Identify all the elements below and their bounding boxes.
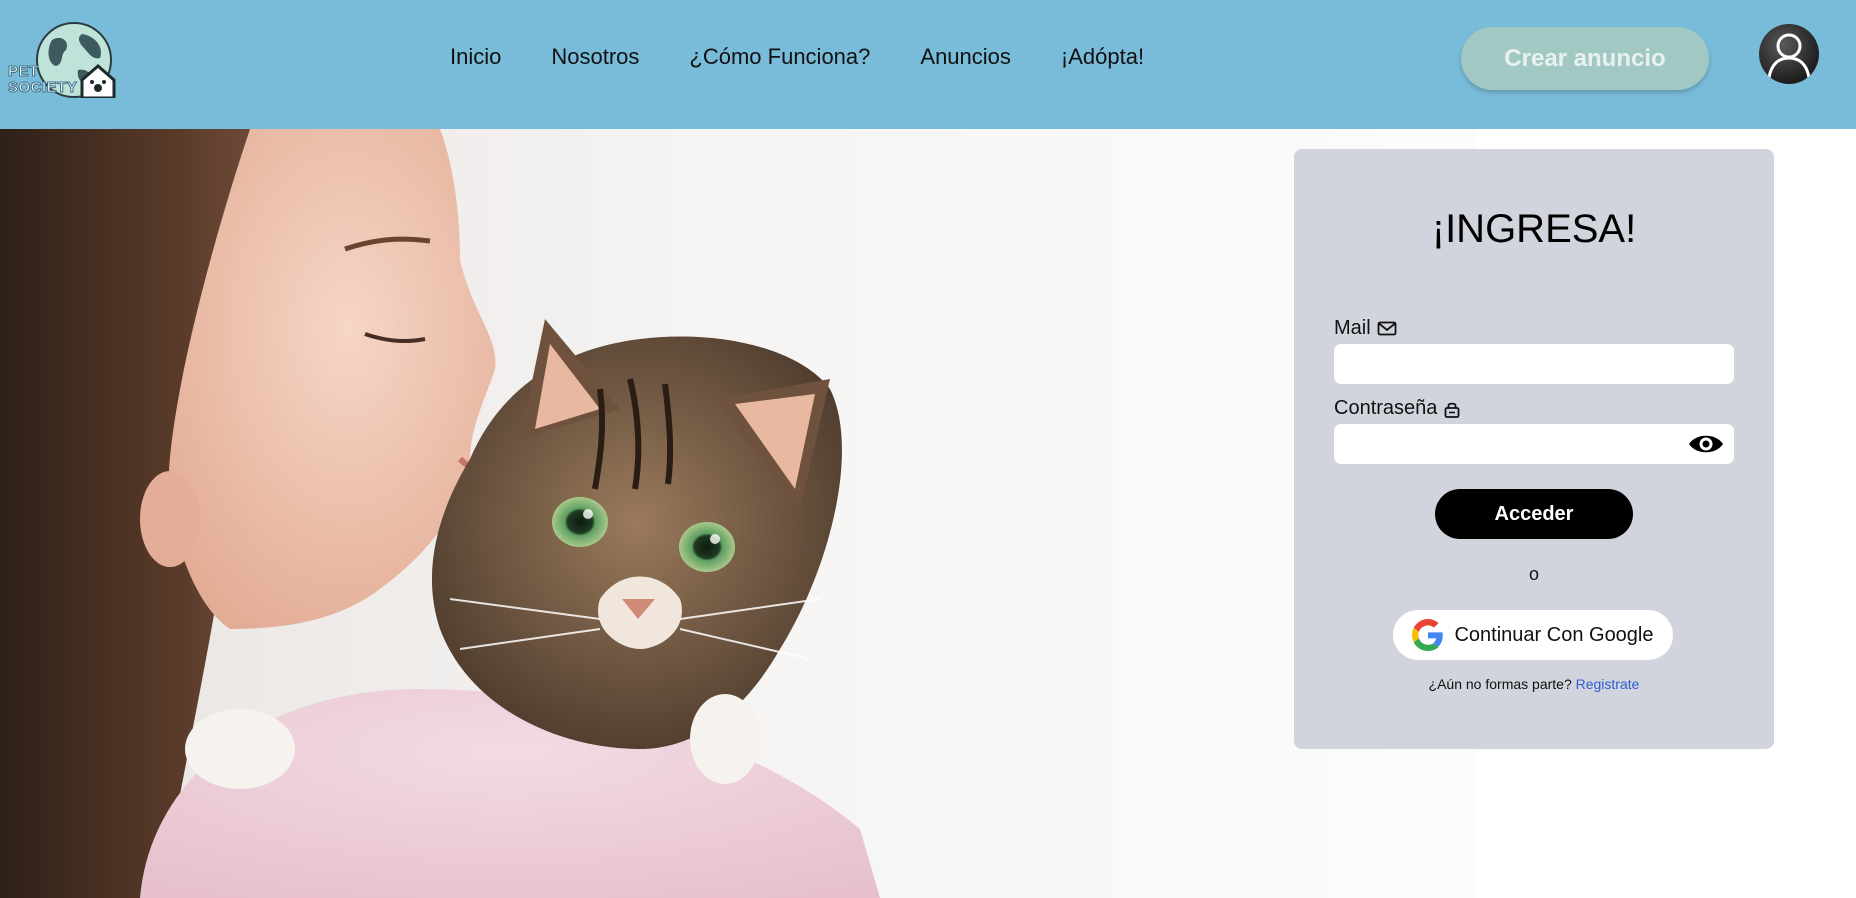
google-login-button[interactable]: Continuar Con Google [1393,610,1673,660]
nav-link-como-funciona[interactable]: ¿Cómo Funciona? [689,44,870,70]
mail-icon [1377,321,1397,335]
google-icon [1412,619,1444,651]
logo-text-line1: PET [8,63,39,80]
page: PET SOCIETY Inicio Nosotros ¿Cómo Funcio… [0,0,1856,898]
woman-with-cat-photo [0,129,1475,898]
password-visibility-toggle[interactable] [1686,430,1726,458]
password-input[interactable] [1334,424,1734,464]
main-nav: Inicio Nosotros ¿Cómo Funciona? Anuncios… [450,44,1194,70]
hero-image [0,129,1475,898]
mail-input[interactable] [1334,344,1734,384]
logo-text-line2: SOCIETY [7,79,78,96]
user-avatar-button[interactable] [1759,24,1819,84]
logo[interactable]: PET SOCIETY [4,20,116,100]
login-card: ¡INGRESA! Mail Contraseña Acceder o Cont… [1294,149,1774,749]
register-line: ¿Aún no formas parte? Registrate [1294,676,1774,692]
nav-link-inicio[interactable]: Inicio [450,44,501,70]
mail-label: Mail [1334,317,1397,340]
create-ad-button[interactable]: Crear anuncio [1461,27,1709,90]
or-separator: o [1528,564,1539,584]
password-label: Contraseña [1334,397,1461,420]
register-prompt: ¿Aún no formas parte? [1428,676,1572,692]
login-title: ¡INGRESA! [1431,207,1637,251]
mail-label-text: Mail [1334,317,1371,339]
nav-link-adopta[interactable]: ¡Adópta! [1061,44,1144,70]
eye-icon [1689,435,1723,453]
password-label-text: Contraseña [1334,397,1438,419]
google-button-label: Continuar Con Google [1454,623,1654,646]
user-avatar-icon [1767,33,1811,79]
nav-link-nosotros[interactable]: Nosotros [551,44,639,70]
lock-icon [1445,402,1460,418]
register-link[interactable]: Registrate [1576,676,1640,692]
login-submit-button[interactable]: Acceder [1435,489,1633,539]
navbar: PET SOCIETY Inicio Nosotros ¿Cómo Funcio… [0,0,1856,129]
nav-link-anuncios[interactable]: Anuncios [920,44,1011,70]
